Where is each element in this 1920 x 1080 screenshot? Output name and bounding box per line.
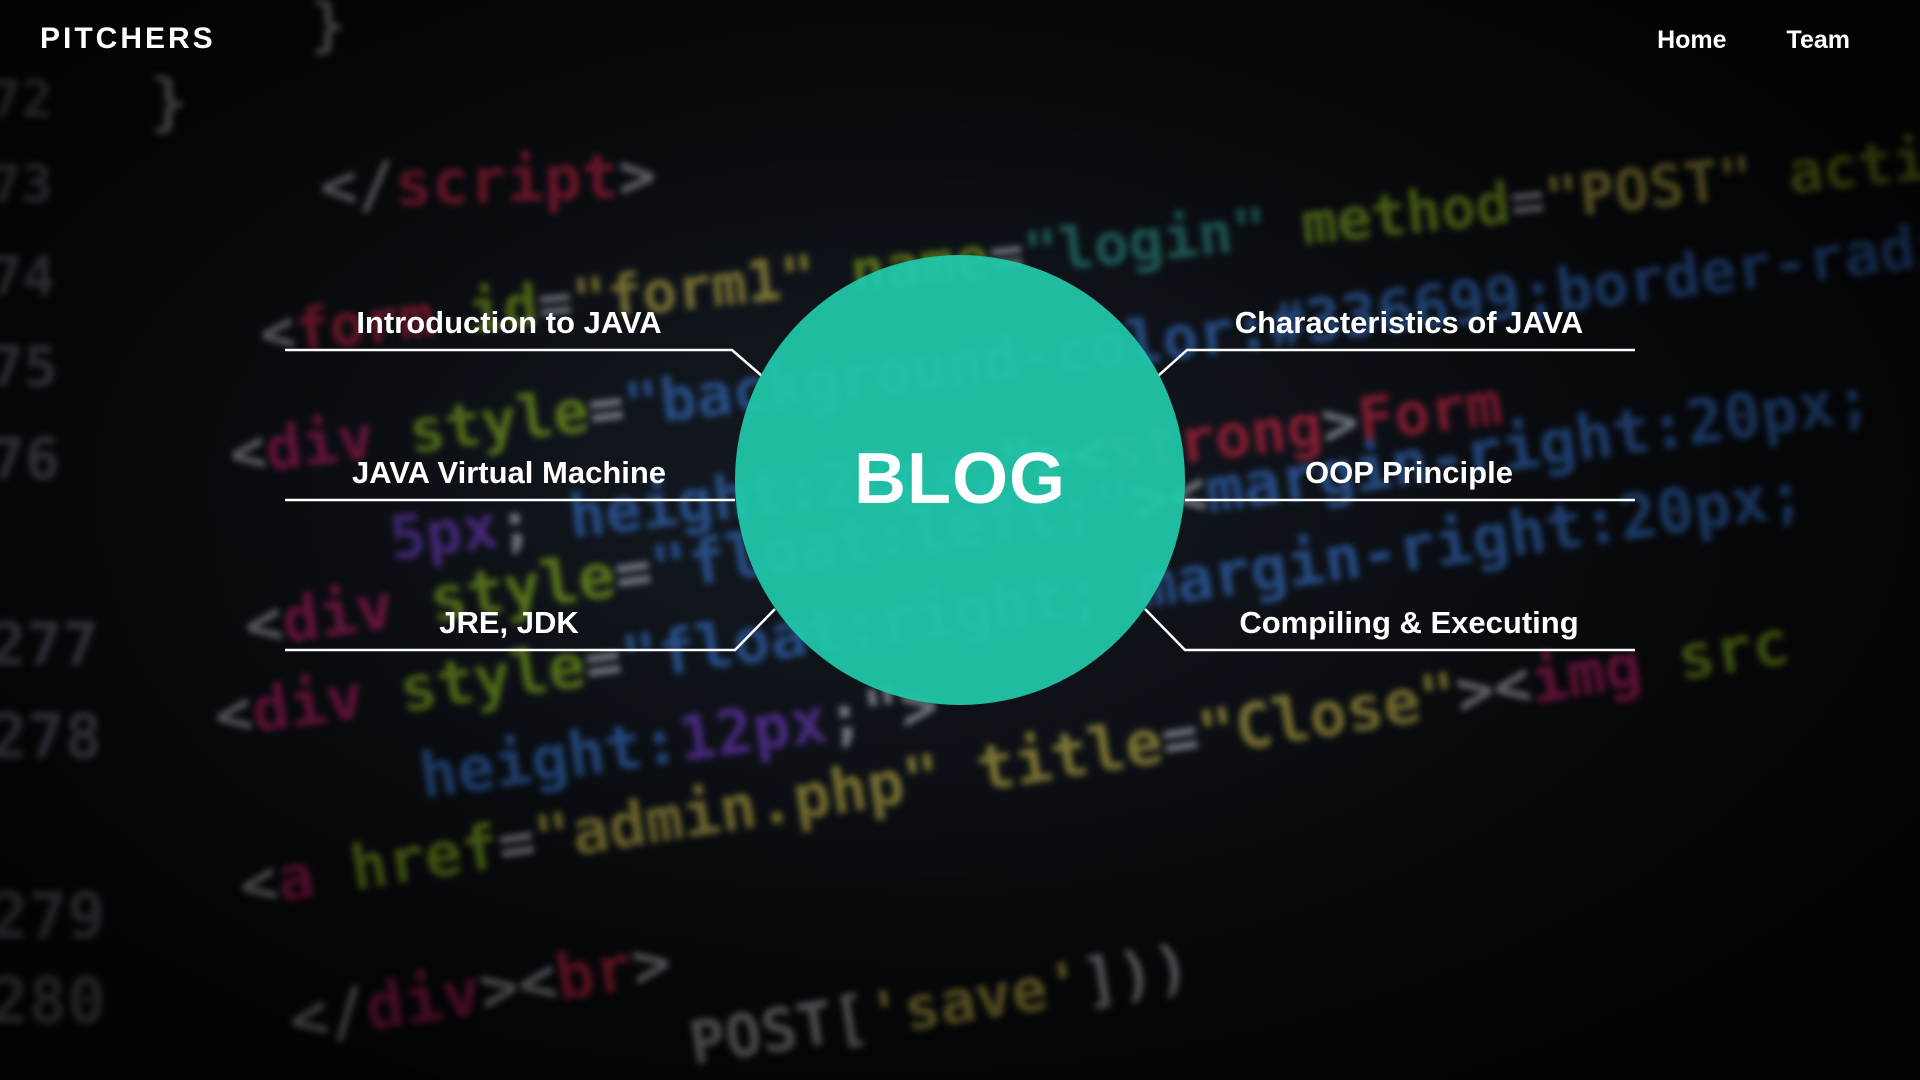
topic-introduction-to-java[interactable]: Introduction to JAVA [284, 305, 734, 341]
top-nav: Home Team [1657, 26, 1850, 55]
nav-team-link[interactable]: Team [1787, 26, 1850, 55]
topic-jre-jdk[interactable]: JRE, JDK [284, 605, 734, 641]
topic-characteristics-of-java[interactable]: Characteristics of JAVA [1184, 305, 1634, 341]
nav-home-link[interactable]: Home [1657, 26, 1726, 55]
topic-oop-principle[interactable]: OOP Principle [1184, 455, 1634, 491]
blog-title: BLOG [854, 439, 1066, 519]
topic-compiling-executing[interactable]: Compiling & Executing [1184, 605, 1634, 641]
brand-logo[interactable]: PITCHERS [40, 22, 216, 56]
blog-circle[interactable]: BLOG [735, 255, 1185, 705]
topic-java-virtual-machine[interactable]: JAVA Virtual Machine [284, 455, 734, 491]
